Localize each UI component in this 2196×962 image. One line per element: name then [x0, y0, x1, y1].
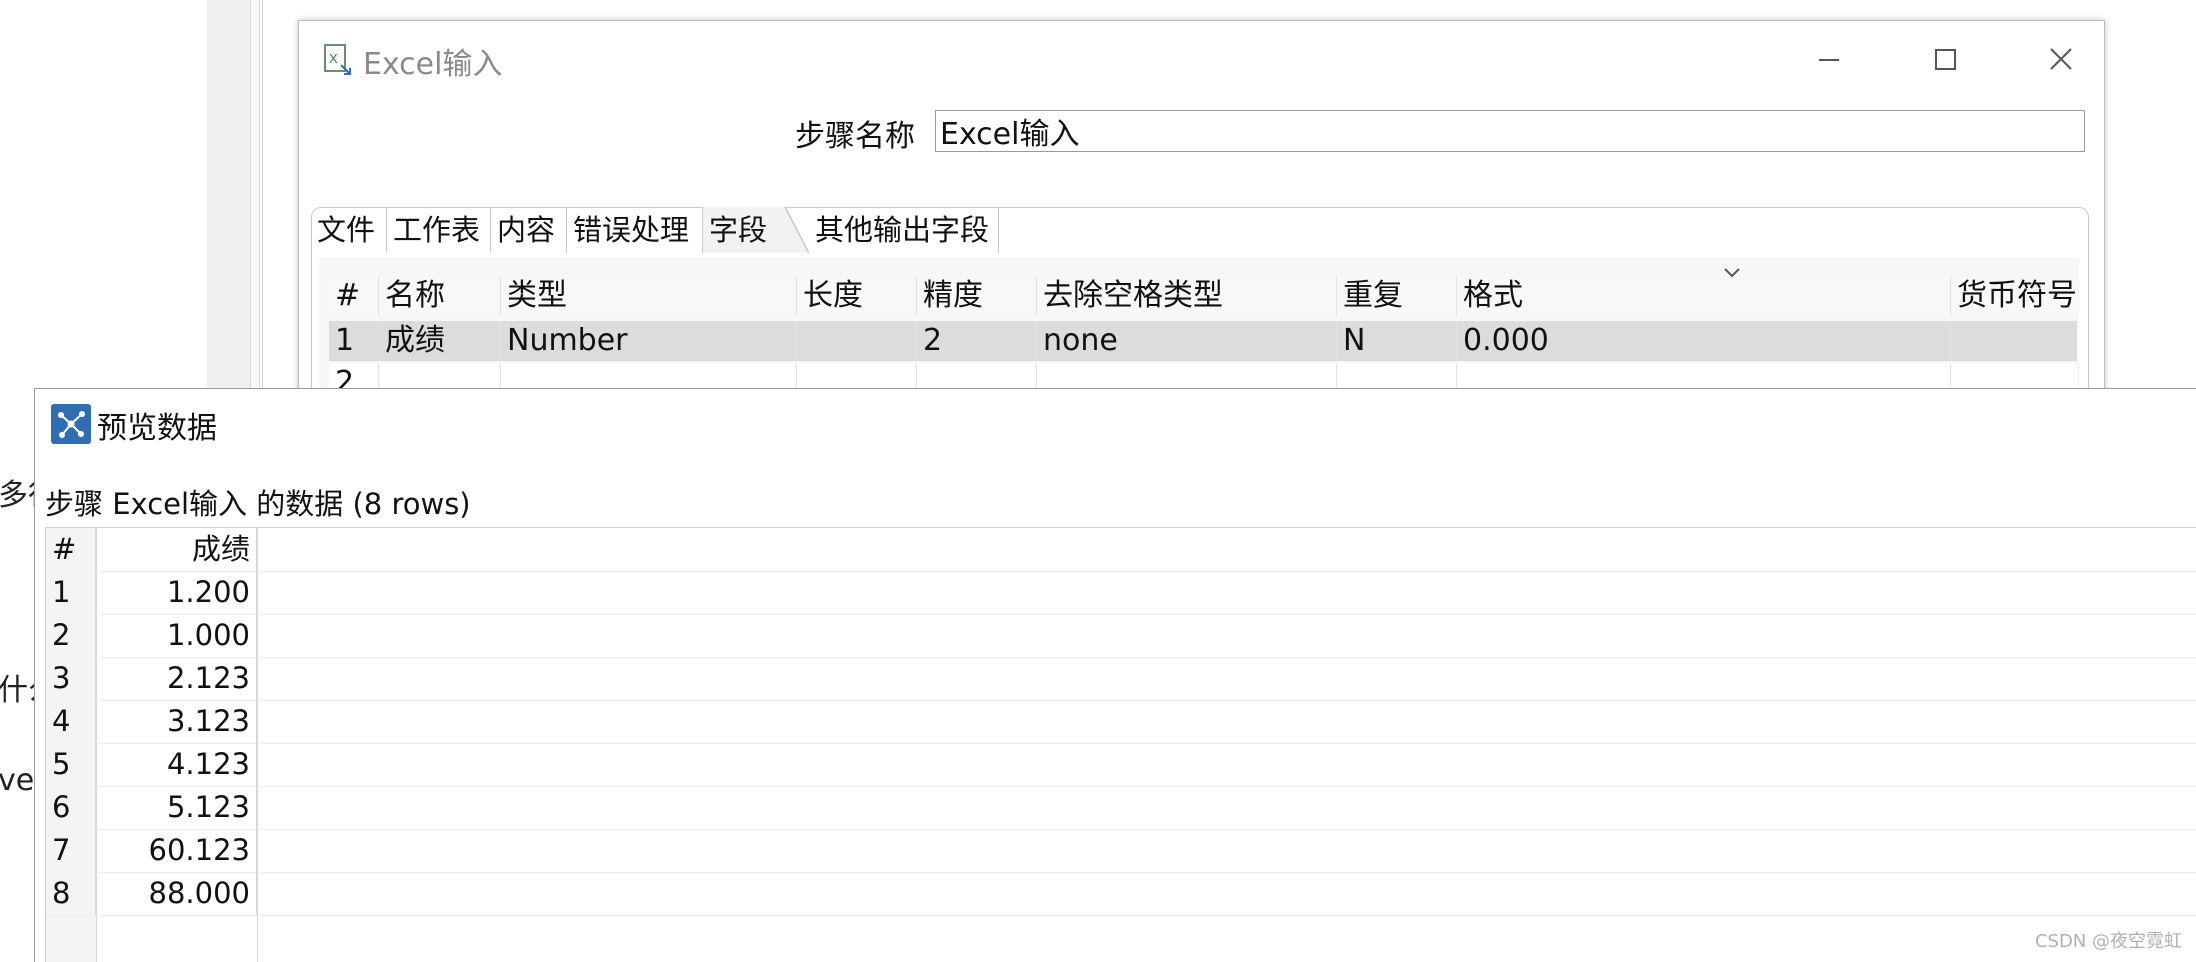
tab-fields[interactable]: 字段: [703, 207, 779, 253]
preview-data-window: 预览数据 步骤 Excel输入 的数据 (8 rows) # 成绩 1 1.20…: [34, 388, 2196, 962]
row-index: 2: [46, 614, 96, 657]
excel-input-dialog: X Excel输入 步骤名称 文件 工作表 内容 错误处理 字段 其他输出字段 …: [298, 20, 2105, 457]
column-header[interactable]: 货币符号: [1951, 276, 2077, 316]
table-cell[interactable]: 3.123: [97, 700, 257, 743]
minimize-button[interactable]: [1809, 43, 1849, 77]
close-button[interactable]: [2041, 43, 2081, 77]
table-cell[interactable]: 88.000: [97, 872, 257, 915]
table-cell[interactable]: 5.123: [97, 786, 257, 829]
svg-text:X: X: [329, 51, 338, 66]
table-cell[interactable]: N: [1337, 321, 1457, 361]
row-index: 7: [46, 829, 96, 872]
preview-subtitle: 步骤 Excel输入 的数据 (8 rows): [45, 487, 471, 521]
table-cell[interactable]: 1.000: [97, 614, 257, 657]
column-header[interactable]: #: [46, 528, 96, 571]
close-icon: [2050, 48, 2072, 70]
step-name-label: 步骤名称: [795, 119, 915, 154]
column-header[interactable]: #: [329, 276, 379, 316]
table-cell[interactable]: Number: [501, 321, 797, 361]
excel-file-icon: X: [324, 44, 351, 75]
row-index: 3: [46, 657, 96, 700]
table-row[interactable]: 3 2.123: [46, 657, 2196, 701]
table-cell[interactable]: 2: [917, 321, 1037, 361]
table-cell[interactable]: 60.123: [97, 829, 257, 872]
tab-file[interactable]: 文件: [311, 207, 387, 253]
row-index: 1: [46, 571, 96, 614]
table-row[interactable]: 7 60.123: [46, 829, 2196, 873]
fields-table-header: # 名称 类型 长度 精度 去除空格类型 重复 格式 货币符号: [329, 268, 2077, 316]
maximize-icon: [1935, 49, 1956, 70]
table-cell[interactable]: 1.200: [97, 571, 257, 614]
table-cell[interactable]: 4.123: [97, 743, 257, 786]
table-row[interactable]: 6 5.123: [46, 786, 2196, 830]
chevron-down-icon[interactable]: [1721, 264, 1743, 282]
table-row[interactable]: 1 1.200: [46, 571, 2196, 615]
preview-title: 预览数据: [97, 411, 217, 446]
column-header[interactable]: 精度: [917, 276, 1037, 316]
dialog-titlebar[interactable]: X Excel输入: [299, 21, 2104, 93]
preview-data-icon: [51, 404, 91, 444]
column-header[interactable]: 类型: [501, 276, 797, 316]
table-cell[interactable]: 2.123: [97, 657, 257, 700]
column-header[interactable]: 名称: [379, 276, 501, 316]
row-index: 4: [46, 700, 96, 743]
table-row[interactable]: 4 3.123: [46, 700, 2196, 744]
column-header[interactable]: 格式: [1457, 276, 1951, 316]
minimize-icon: [1819, 59, 1839, 61]
table-cell[interactable]: none: [1037, 321, 1337, 361]
table-row[interactable]: 2 1.000: [46, 614, 2196, 658]
dialog-title: Excel输入: [363, 47, 503, 82]
column-header[interactable]: 成绩: [97, 528, 257, 571]
row-index: 5: [46, 743, 96, 786]
column-header[interactable]: 长度: [797, 276, 917, 316]
maximize-button[interactable]: [1925, 43, 1965, 77]
tab-error-handling[interactable]: 错误处理: [567, 207, 703, 253]
table-cell[interactable]: 成绩: [379, 321, 501, 361]
preview-table: # 成绩 1 1.200 2 1.000 3 2.123 4 3.123 5 4…: [45, 527, 2196, 962]
column-header[interactable]: 去除空格类型: [1037, 276, 1337, 316]
table-cell[interactable]: [797, 321, 917, 361]
step-name-input[interactable]: [935, 110, 2085, 152]
active-tab-edge: [779, 207, 809, 253]
preview-table-header: # 成绩: [46, 528, 2196, 572]
watermark: CSDN @夜空霓虹: [2034, 931, 2182, 952]
tab-other-output-fields[interactable]: 其他输出字段: [809, 207, 999, 253]
row-index: 6: [46, 786, 96, 829]
table-row[interactable]: 5 4.123: [46, 743, 2196, 787]
tab-worksheet[interactable]: 工作表: [387, 207, 491, 253]
table-cell[interactable]: 0.000: [1457, 321, 1951, 361]
table-cell[interactable]: 1: [329, 321, 379, 361]
table-cell[interactable]: [1951, 321, 2077, 361]
tab-content[interactable]: 内容: [491, 207, 567, 253]
column-header[interactable]: 重复: [1337, 276, 1457, 316]
row-index: 8: [46, 872, 96, 915]
table-row[interactable]: 1 成绩 Number 2 none N 0.000: [329, 321, 2077, 361]
table-row[interactable]: 8 88.000: [46, 872, 2196, 916]
